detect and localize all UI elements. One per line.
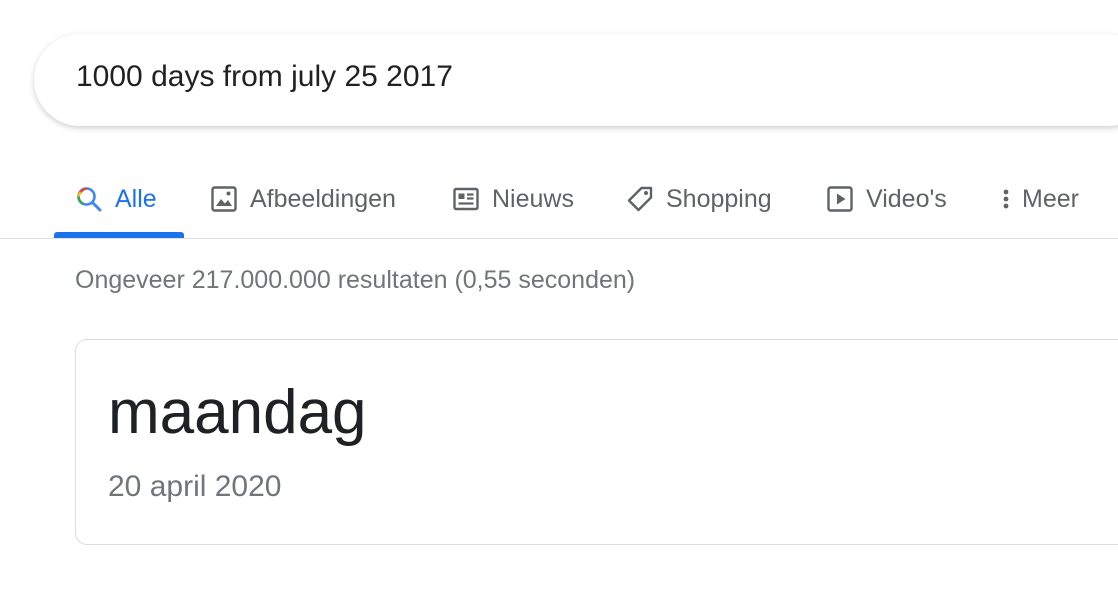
answer-day: maandag xyxy=(108,378,367,447)
tab-all[interactable]: Alle xyxy=(75,160,157,238)
tab-news-label: Nieuws xyxy=(492,184,574,213)
tab-more[interactable]: Meer xyxy=(994,160,1079,238)
search-tabs: Alle Afbeeldingen Nieuws Shopping Video'… xyxy=(0,160,1118,238)
result-stats: Ongeveer 217.000.000 resultaten (0,55 se… xyxy=(75,266,636,294)
tabs-divider xyxy=(0,238,1118,239)
search-results-page: 1000 days from july 25 2017 Alle Afbeeld… xyxy=(0,0,1118,594)
tab-videos-label: Video's xyxy=(866,184,947,213)
tab-news[interactable]: Nieuws xyxy=(452,160,574,238)
tab-videos[interactable]: Video's xyxy=(826,160,947,238)
tab-images-label: Afbeeldingen xyxy=(250,184,396,213)
play-icon xyxy=(826,185,854,213)
search-input[interactable]: 1000 days from july 25 2017 xyxy=(76,60,453,94)
tab-shopping-label: Shopping xyxy=(666,184,772,213)
tab-shopping[interactable]: Shopping xyxy=(626,160,772,238)
tab-all-label: Alle xyxy=(115,184,157,213)
image-icon xyxy=(210,185,238,213)
search-icon xyxy=(75,185,103,213)
tab-images[interactable]: Afbeeldingen xyxy=(210,160,396,238)
tab-more-label: Meer xyxy=(1022,184,1079,213)
answer-card: maandag 20 april 2020 xyxy=(75,339,1118,545)
answer-date: 20 april 2020 xyxy=(108,470,282,503)
search-box[interactable]: 1000 days from july 25 2017 xyxy=(34,34,1118,126)
tag-icon xyxy=(626,185,654,213)
news-icon xyxy=(452,185,480,213)
more-vert-icon xyxy=(994,185,1010,213)
